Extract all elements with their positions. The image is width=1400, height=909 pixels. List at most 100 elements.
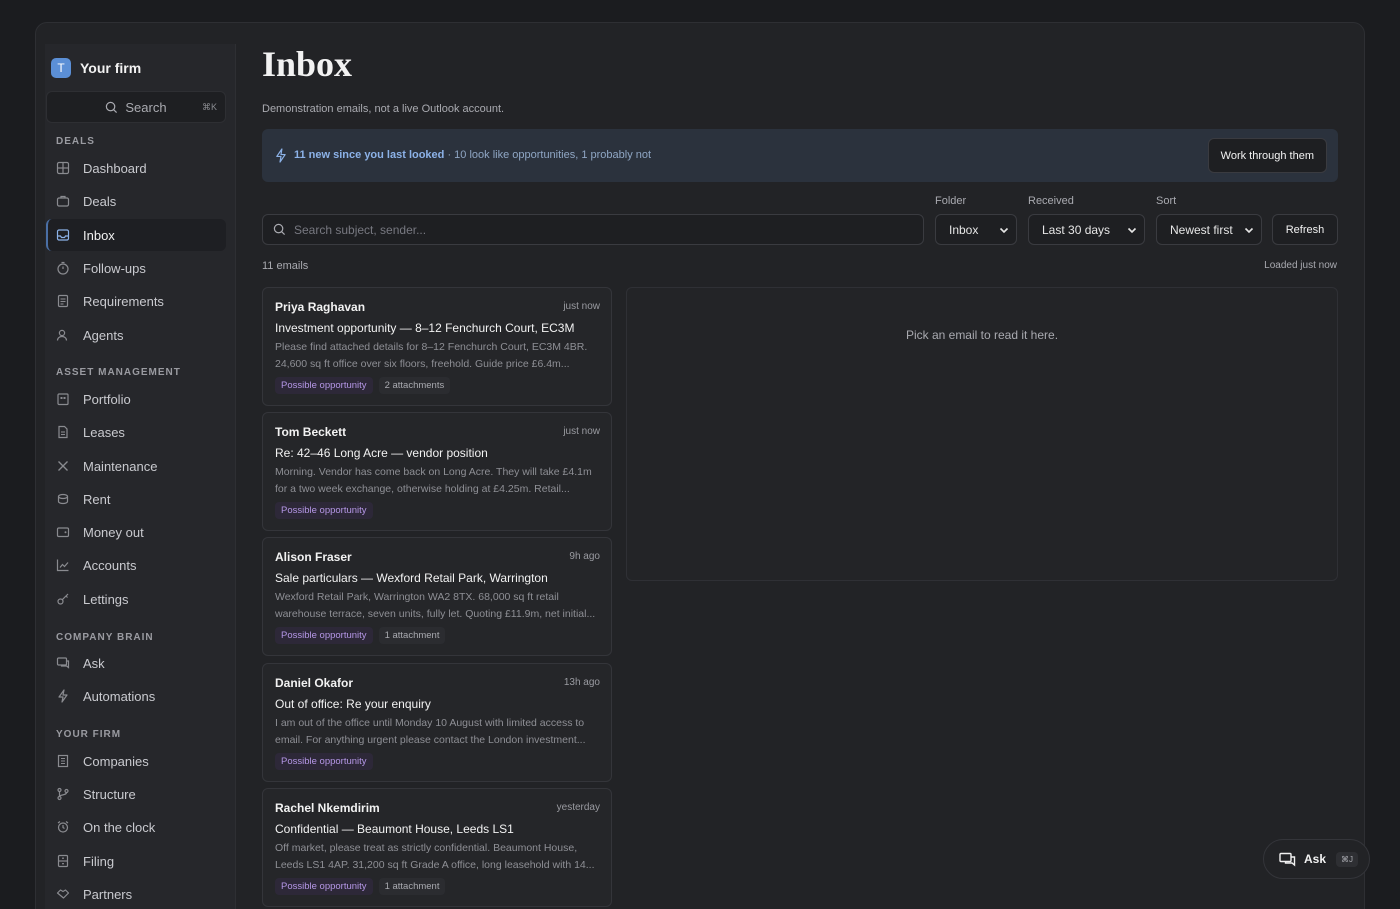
sort-label: Sort xyxy=(1156,195,1177,207)
banner-text: 11 new since you last looked · 10 look l… xyxy=(294,149,651,161)
sort-value: Newest first xyxy=(1170,222,1233,237)
sidebar-item-companies[interactable]: Companies xyxy=(46,745,226,777)
email-item[interactable]: Tom Beckett just now Re: 42–46 Long Acre… xyxy=(262,412,612,531)
opportunity-tag: Possible opportunity xyxy=(275,878,373,895)
email-preview: I am out of the office until Monday 10 A… xyxy=(275,717,586,746)
page-title: Inbox xyxy=(262,44,353,84)
sidebar-item-follow-ups[interactable]: Follow-ups xyxy=(46,252,226,284)
sidebar-item-label: Companies xyxy=(83,753,149,769)
email-sender: Tom Beckett xyxy=(275,425,347,439)
sidebar-item-inbox[interactable]: Inbox xyxy=(46,219,226,251)
folder-select[interactable]: Inbox xyxy=(935,214,1017,245)
email-item[interactable]: Priya Raghavan just now Investment oppor… xyxy=(262,287,612,406)
filing-icon xyxy=(57,854,69,868)
sidebar-item-label: Lettings xyxy=(83,591,129,607)
attachments-tag: 2 attachments xyxy=(378,377,451,394)
chevron-down-icon xyxy=(1127,227,1137,234)
brand[interactable]: T Your firm xyxy=(51,58,141,78)
email-item[interactable]: Alison Fraser 9h ago Sale particulars — … xyxy=(262,537,612,656)
document-icon xyxy=(58,425,68,439)
attachments-tag: 1 attachment xyxy=(378,878,446,895)
section-title-asset-management: ASSET MANAGEMENT xyxy=(56,367,181,378)
chat-icon xyxy=(56,657,70,669)
sidebar-item-partners[interactable]: Partners xyxy=(46,878,226,909)
wrench-icon xyxy=(58,461,68,471)
email-count: 11 emails xyxy=(262,260,309,272)
opportunity-tag: Possible opportunity xyxy=(275,627,373,644)
sidebar-item-ask[interactable]: Ask xyxy=(46,647,226,679)
sidebar-item-filing[interactable]: Filing xyxy=(46,845,226,877)
sidebar-item-requirements[interactable]: Requirements xyxy=(46,285,226,317)
building-icon xyxy=(57,393,69,406)
office-icon xyxy=(57,754,69,768)
wallet-icon xyxy=(56,527,70,538)
sidebar-item-label: Automations xyxy=(83,688,156,704)
work-through-button[interactable]: Work through them xyxy=(1207,138,1327,173)
email-preview: Wexford Retail Park, Warrington WA2 8TX.… xyxy=(275,591,596,620)
chevron-down-icon xyxy=(999,227,1009,234)
email-tags: Possible opportunity 2 attachments xyxy=(275,377,451,394)
ask-shortcut: ⌘J xyxy=(1336,851,1359,867)
sidebar-item-structure[interactable]: Structure xyxy=(46,778,226,810)
email-sender: Priya Raghavan xyxy=(275,300,366,314)
grid-icon xyxy=(56,161,70,175)
sidebar-item-automations[interactable]: Automations xyxy=(46,680,226,712)
sidebar-item-on-the-clock[interactable]: On the clock xyxy=(46,811,226,843)
attachments-tag: 1 attachment xyxy=(378,627,446,644)
sidebar-item-leases[interactable]: Leases xyxy=(46,416,226,448)
received-select[interactable]: Last 30 days xyxy=(1028,214,1145,245)
ask-button[interactable]: Ask ⌘J xyxy=(1263,839,1370,879)
sidebar-item-label: On the clock xyxy=(83,819,156,835)
sidebar-item-accounts[interactable]: Accounts xyxy=(46,549,226,581)
sidebar-item-label: Rent xyxy=(83,491,111,507)
email-item[interactable]: Rachel Nkemdirim yesterday Confidential … xyxy=(262,788,612,907)
loaded-status: Loaded just now xyxy=(1264,260,1337,271)
sort-select[interactable]: Newest first xyxy=(1156,214,1262,245)
sidebar-item-rent[interactable]: Rent xyxy=(46,483,226,515)
folder-value: Inbox xyxy=(949,222,979,237)
email-time: just now xyxy=(563,301,600,312)
reading-pane-placeholder: Pick an email to read it here. xyxy=(905,328,1059,342)
email-time: yesterday xyxy=(556,802,600,813)
email-item[interactable]: Daniel Okafor 13h ago Out of office: Re … xyxy=(262,663,612,782)
chart-line-icon xyxy=(56,559,69,572)
received-value: Last 30 days xyxy=(1042,222,1111,237)
email-subject: Investment opportunity — 8–12 Fenchurch … xyxy=(275,321,575,335)
sidebar-item-deals[interactable]: Deals xyxy=(46,185,226,217)
sidebar-item-label: Partners xyxy=(83,886,133,902)
sidebar-item-agents[interactable]: Agents xyxy=(46,319,226,351)
sidebar-item-label: Inbox xyxy=(83,227,115,243)
email-tags: Possible opportunity xyxy=(275,753,373,770)
sidebar-item-maintenance[interactable]: Maintenance xyxy=(46,450,226,482)
sidebar-item-lettings[interactable]: Lettings xyxy=(46,583,226,615)
sidebar-item-portfolio[interactable]: Portfolio xyxy=(46,383,226,415)
handshake-icon xyxy=(56,889,70,899)
clipboard-icon xyxy=(57,294,69,308)
email-subject: Out of office: Re your enquiry xyxy=(275,697,431,711)
email-subject: Confidential — Beaumont House, Leeds LS1 xyxy=(275,822,514,836)
email-search-input[interactable]: Search subject, sender... xyxy=(262,214,924,245)
sidebar-item-money-out[interactable]: Money out xyxy=(46,516,226,548)
opportunity-tag: Possible opportunity xyxy=(275,502,373,519)
email-tags: Possible opportunity xyxy=(275,502,373,519)
email-tags: Possible opportunity 1 attachment xyxy=(275,627,446,644)
email-sender: Alison Fraser xyxy=(275,550,352,564)
email-preview: Morning. Vendor has come back on Long Ac… xyxy=(275,466,592,495)
folder-label: Folder xyxy=(935,195,967,207)
brand-logo: T xyxy=(51,58,71,78)
section-title-company-brain: COMPANY BRAIN xyxy=(56,632,154,643)
branch-icon xyxy=(57,787,69,801)
bolt-icon xyxy=(58,689,68,703)
search-icon xyxy=(273,223,286,236)
reading-pane: Pick an email to read it here. xyxy=(626,287,1338,581)
sidebar-item-label: Ask xyxy=(83,655,105,671)
email-sender: Daniel Okafor xyxy=(275,676,354,690)
sidebar-search[interactable]: Search ⌘K xyxy=(46,91,226,123)
sidebar-item-dashboard[interactable]: Dashboard xyxy=(46,152,226,184)
email-time: just now xyxy=(563,426,600,437)
app-window: T Your firm Search ⌘K DEALS Dashboard De… xyxy=(35,22,1365,909)
ask-label: Ask xyxy=(1304,852,1327,866)
refresh-button[interactable]: Refresh xyxy=(1272,214,1338,245)
users-icon xyxy=(56,329,68,341)
received-label: Received xyxy=(1028,195,1074,207)
